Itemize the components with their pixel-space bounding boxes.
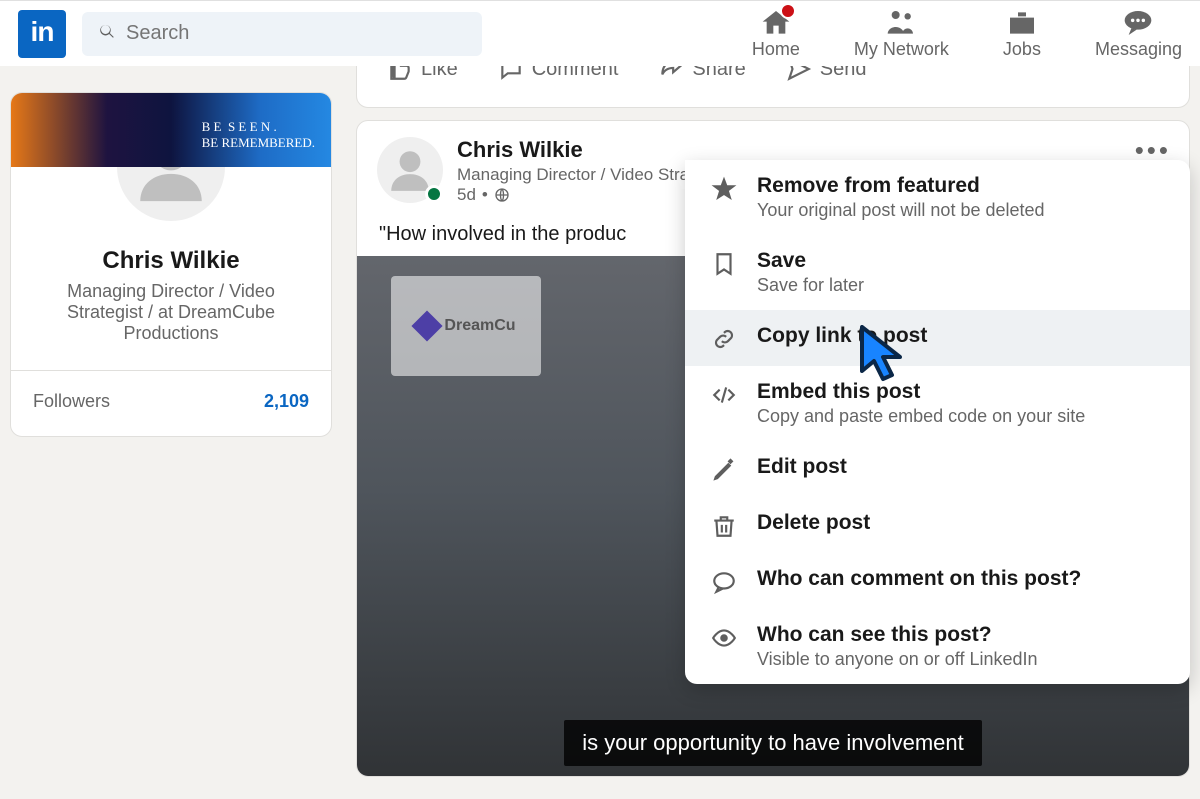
nav-label: Jobs (1003, 39, 1041, 60)
cursor-arrow-annotation (856, 325, 912, 385)
share-button[interactable]: Share (658, 66, 745, 82)
post-author-avatar[interactable] (377, 137, 443, 203)
menu-copy-link[interactable]: Copy link to post (685, 310, 1190, 366)
followers-row[interactable]: Followers 2,109 (11, 371, 331, 436)
network-icon (885, 7, 917, 39)
send-icon (786, 66, 812, 82)
video-caption: is your opportunity to have involvement (564, 720, 982, 766)
like-button[interactable]: Like (387, 66, 458, 82)
cover-tagline: B E S E E N . BE REMEMBERED. (202, 119, 315, 151)
linkedin-logo[interactable]: in (18, 10, 66, 58)
top-nav: Home My Network Jobs Messaging (752, 7, 1182, 60)
nav-network[interactable]: My Network (854, 7, 949, 60)
presence-indicator-icon (425, 185, 443, 203)
globe-icon (494, 187, 510, 203)
pencil-icon (709, 455, 739, 483)
briefcase-icon (1006, 7, 1038, 39)
bookmark-icon (709, 249, 739, 277)
comment-icon (498, 66, 524, 82)
code-icon (709, 380, 739, 408)
nav-home[interactable]: Home (752, 7, 800, 60)
video-background-sign: DreamCu (391, 276, 541, 376)
like-icon (387, 66, 413, 82)
menu-delete[interactable]: Delete post (685, 497, 1190, 553)
menu-who-comment[interactable]: Who can comment on this post? (685, 553, 1190, 609)
previous-post-actions: Like Comment Share Send (356, 66, 1190, 108)
profile-name[interactable]: Chris Wilkie (11, 247, 331, 275)
cover-image: B E S E E N . BE REMEMBERED. (11, 93, 331, 167)
global-header: in Home My Network Jobs Messaging (0, 0, 1200, 66)
search-icon (98, 22, 116, 45)
trash-icon (709, 511, 739, 539)
nav-label: Home (752, 39, 800, 60)
profile-headline: Managing Director / Video Strategist / a… (11, 275, 331, 370)
star-icon (709, 174, 739, 202)
search-bar[interactable] (82, 12, 482, 56)
notification-dot-icon (780, 3, 796, 19)
speech-icon (709, 567, 739, 595)
followers-count: 2,109 (264, 391, 309, 412)
post-context-menu: Remove from featuredYour original post w… (685, 160, 1190, 684)
nav-label: Messaging (1095, 39, 1182, 60)
menu-embed[interactable]: Embed this postCopy and paste embed code… (685, 366, 1190, 441)
comment-button[interactable]: Comment (498, 66, 619, 82)
link-icon (709, 324, 739, 352)
menu-who-see[interactable]: Who can see this post?Visible to anyone … (685, 609, 1190, 684)
share-icon (658, 66, 684, 82)
menu-edit[interactable]: Edit post (685, 441, 1190, 497)
feed-column: Like Comment Share Send (356, 92, 1190, 777)
search-input[interactable] (126, 22, 466, 45)
nav-messaging[interactable]: Messaging (1095, 7, 1182, 60)
nav-jobs[interactable]: Jobs (1003, 7, 1041, 60)
eye-icon (709, 623, 739, 651)
menu-save[interactable]: SaveSave for later (685, 235, 1190, 310)
followers-label: Followers (33, 391, 110, 412)
nav-label: My Network (854, 39, 949, 60)
send-button[interactable]: Send (786, 66, 867, 82)
profile-card: B E S E E N . BE REMEMBERED. Chris Wilki… (10, 92, 332, 437)
menu-remove-featured[interactable]: Remove from featuredYour original post w… (685, 160, 1190, 235)
messaging-icon (1122, 7, 1154, 39)
